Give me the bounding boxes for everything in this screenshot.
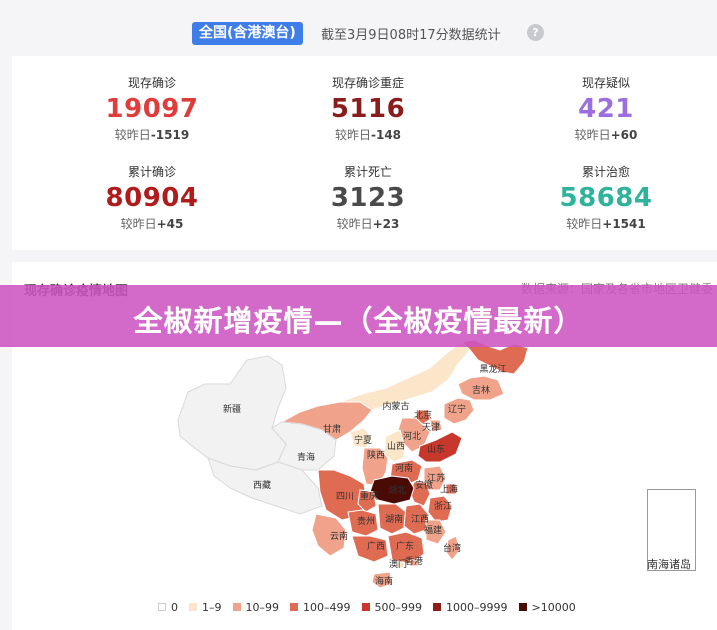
province-label: 澳门: [389, 558, 407, 570]
legend-swatch: [433, 603, 441, 611]
province-label: 广西: [367, 540, 385, 552]
legend-item[interactable]: 100–499: [290, 601, 351, 614]
province-label: 黑龙江: [479, 363, 506, 375]
province-label: 青海: [297, 451, 315, 463]
headline-banner: 全椒新增疫情—（全椒疫情最新）: [0, 285, 717, 347]
province-label: 湖北: [388, 485, 406, 496]
province-label: 山东: [427, 443, 445, 455]
province-label: 海南: [375, 575, 393, 587]
headline-text: 全椒新增疫情—（全椒疫情最新）: [133, 304, 584, 338]
province-label: 山西: [387, 441, 405, 452]
province-label: 安徽: [415, 479, 433, 491]
inset-label: 南海诸岛: [647, 558, 691, 571]
legend-swatch: [158, 603, 166, 611]
legend-item[interactable]: >10000: [518, 601, 576, 614]
province-label: 新疆: [223, 403, 241, 415]
province-label: 江西: [411, 514, 429, 525]
province-label: 重庆: [360, 490, 378, 502]
legend-swatch: [290, 603, 298, 611]
province-label: 福建: [424, 524, 442, 536]
province-label: 上海: [440, 483, 458, 495]
province-label: 北京: [414, 409, 432, 421]
province-label: 广东: [396, 540, 414, 552]
province-label: 香港: [405, 555, 423, 567]
province-label: 河南: [395, 462, 413, 474]
province-label: 湖南: [385, 513, 403, 525]
province-label: 辽宁: [448, 403, 466, 415]
legend-item[interactable]: 1–9: [189, 601, 222, 614]
legend-item[interactable]: 0: [158, 601, 178, 614]
legend-swatch: [189, 603, 197, 611]
map-legend: 0 1–9 10–99 100–499 500–999 1000–9999 >1…: [158, 600, 587, 614]
province-label: 甘肃: [323, 423, 341, 435]
province-label: 河北: [403, 430, 421, 442]
legend-swatch: [518, 603, 527, 611]
legend-item[interactable]: 10–99: [232, 601, 279, 614]
province-region[interactable]: [339, 341, 471, 411]
province-label: 天津: [422, 422, 440, 433]
province-label: 吉林: [472, 384, 490, 396]
page: 全国(含港澳台) 截至3月9日08时17分数据统计 ? 现存确诊 19097 较…: [0, 0, 717, 630]
province-label: 贵州: [357, 515, 375, 527]
legend-swatch: [361, 603, 370, 611]
province-label: 西藏: [253, 479, 271, 491]
province-shapes: [177, 339, 529, 589]
legend-item[interactable]: 1000–9999: [433, 601, 508, 614]
province-label: 陕西: [367, 449, 385, 461]
province-label: 云南: [330, 530, 348, 542]
legend-swatch: [232, 603, 241, 611]
province-label: 内蒙古: [382, 400, 409, 412]
province-label: 浙江: [434, 500, 452, 512]
legend-item[interactable]: 500–999: [361, 601, 422, 614]
province-label: 台湾: [443, 542, 461, 554]
province-label: 四川: [336, 492, 354, 502]
province-label: 宁夏: [354, 434, 372, 446]
